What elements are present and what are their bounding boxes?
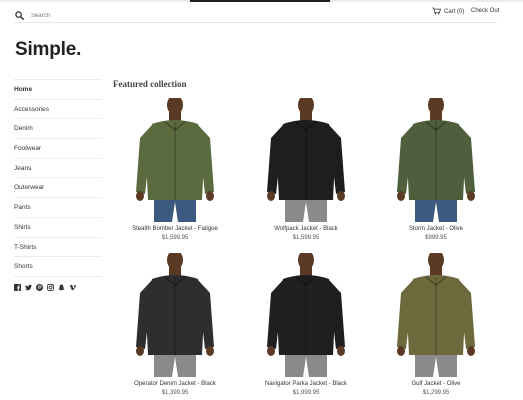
- product-image[interactable]: [120, 253, 230, 377]
- product-card[interactable]: Wolfpack Jacket - Black $1,599.95: [251, 98, 361, 241]
- product-card[interactable]: Stealth Bomber Jacket - Fatigue $1,599.95: [120, 98, 230, 241]
- product-card[interactable]: Operator Denim Jacket - Black $1,399.95: [120, 253, 230, 396]
- sidebar-item-shirts[interactable]: Shirts: [14, 216, 102, 237]
- sidebar-nav: Home Accessories Denim Footwear Jeans Ou…: [14, 79, 102, 277]
- product-name[interactable]: Stealth Bomber Jacket - Fatigue: [120, 226, 230, 232]
- site-header: Cart (0) Check Out: [0, 3, 523, 23]
- sidebar-item-jeans[interactable]: Jeans: [14, 157, 102, 178]
- product-image[interactable]: [381, 98, 491, 222]
- sidebar-item-outerwear[interactable]: Outerwear: [14, 177, 102, 197]
- instagram-icon[interactable]: [47, 284, 54, 291]
- sidebar-item-denim[interactable]: Denim: [14, 118, 102, 138]
- twitter-icon[interactable]: [25, 284, 32, 291]
- product-image[interactable]: [251, 253, 361, 377]
- top-accent-bar: [190, 0, 330, 2]
- product-price: $1,999.95: [292, 390, 320, 396]
- product-name[interactable]: Wolfpack Jacket - Black: [251, 226, 361, 232]
- search-input[interactable]: [31, 13, 151, 19]
- pinterest-icon[interactable]: [36, 284, 43, 291]
- vimeo-icon[interactable]: [69, 284, 76, 291]
- sidebar-item-footwear[interactable]: Footwear: [14, 138, 102, 158]
- product-card[interactable]: Storm Jacket - Olive $999.95: [381, 98, 491, 241]
- product-image[interactable]: [251, 98, 361, 222]
- sidebar-item-accessories[interactable]: Accessories: [14, 98, 102, 119]
- product-name[interactable]: Storm Jacket - Olive: [381, 226, 491, 232]
- product-card[interactable]: Gulf Jacket - Olive $1,299.95: [381, 253, 491, 396]
- sidebar-item-shorts[interactable]: Shorts: [14, 256, 102, 276]
- product-name[interactable]: Operator Denim Jacket - Black: [120, 381, 230, 387]
- site-logo[interactable]: Simple.: [15, 39, 81, 61]
- sidebar-item-home[interactable]: Home: [14, 79, 102, 99]
- product-name[interactable]: Gulf Jacket - Olive: [381, 381, 491, 387]
- product-price: $1,399.95: [161, 390, 189, 396]
- header-divider: [15, 22, 497, 23]
- social-links: [14, 284, 76, 291]
- facebook-icon[interactable]: [14, 284, 21, 291]
- product-name[interactable]: Navigator Parka Jacket - Black: [251, 381, 361, 387]
- product-price: $1,299.95: [422, 390, 450, 396]
- product-card[interactable]: Navigator Parka Jacket - Black $1,999.95: [251, 253, 361, 396]
- product-image[interactable]: [120, 98, 230, 222]
- cart-link[interactable]: Cart (0): [432, 7, 464, 17]
- product-price: $999.95: [425, 235, 447, 241]
- checkout-link[interactable]: Check Out: [471, 8, 499, 14]
- product-price: $1,599.95: [292, 235, 320, 241]
- cart-label: Cart (0): [444, 9, 465, 15]
- product-image[interactable]: [381, 253, 491, 377]
- sidebar-item-pants[interactable]: Pants: [14, 197, 102, 217]
- section-title: Featured collection: [113, 79, 187, 89]
- product-price: $1,599.95: [161, 235, 189, 241]
- sidebar-item-t-shirts[interactable]: T-Shirts: [14, 236, 102, 257]
- cart-icon: [432, 7, 444, 17]
- snapchat-icon[interactable]: [58, 284, 65, 291]
